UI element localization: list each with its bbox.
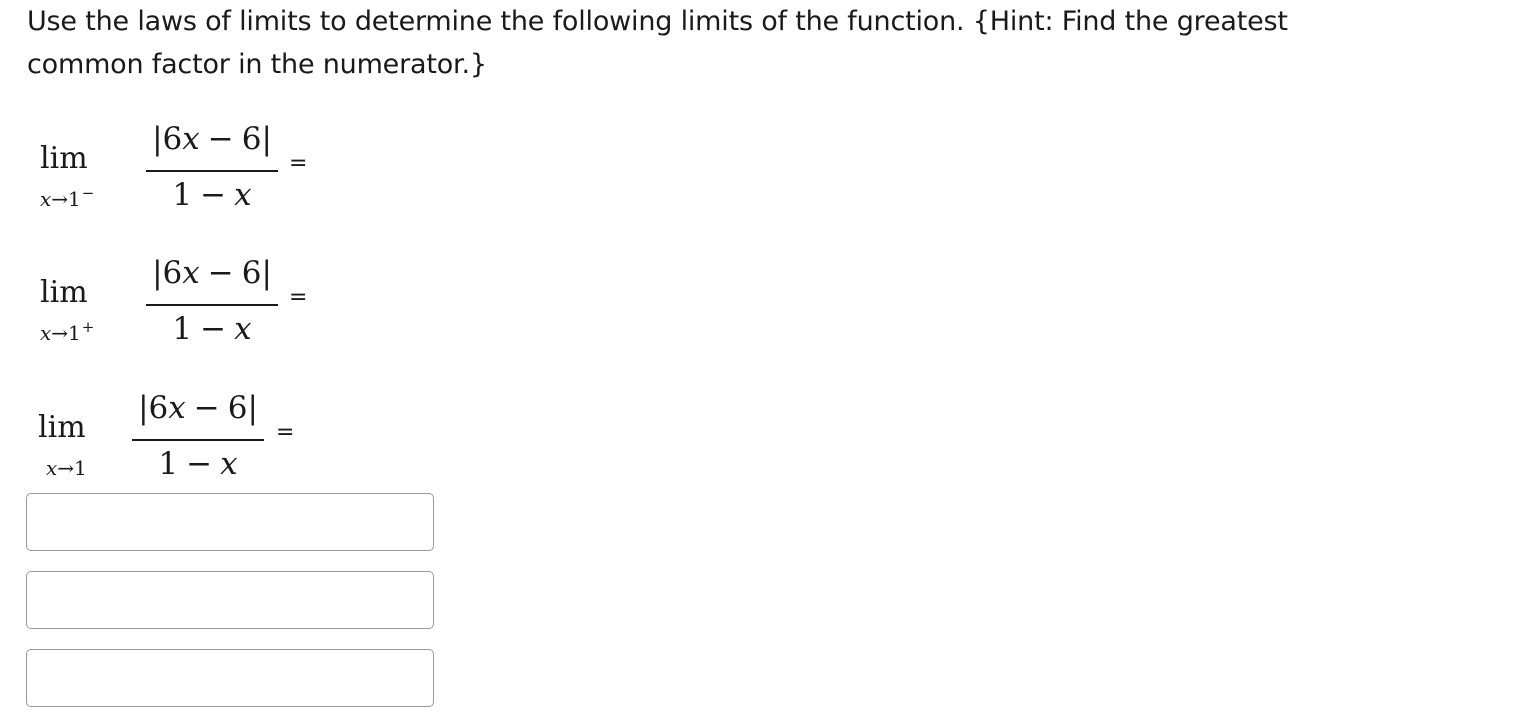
lim-word: lim <box>40 141 88 176</box>
denominator: 1− x <box>172 311 252 347</box>
numerator: |6x −6| <box>152 255 272 291</box>
numerator: |6x −6| <box>138 390 258 426</box>
lim-subscript: x→1+ <box>40 318 95 345</box>
fraction-bar <box>146 170 278 172</box>
question-prompt: Use the laws of limits to determine the … <box>27 0 1447 86</box>
answer-input-left-limit[interactable] <box>26 493 434 551</box>
limit-expression-right: lim x→1+ |6x −6| 1− x = <box>40 251 320 351</box>
lim-subscript: x→1− <box>40 184 95 211</box>
answer-input-right-limit[interactable] <box>26 571 434 629</box>
numerator: |6x −6| <box>152 121 272 157</box>
lim-word: lim <box>40 275 88 310</box>
equals-sign: = <box>289 151 308 176</box>
fraction-bar <box>146 304 278 306</box>
equals-sign: = <box>289 285 308 310</box>
equals-sign: = <box>276 420 295 445</box>
limit-expression-two-sided: lim x→1 |6x −6| 1− x = <box>38 386 308 486</box>
fraction-bar <box>132 439 264 441</box>
prompt-line-2: common factor in the numerator.} <box>27 49 487 80</box>
denominator: 1− x <box>172 177 252 213</box>
prompt-line-1: Use the laws of limits to determine the … <box>27 6 1288 37</box>
denominator: 1− x <box>158 446 238 482</box>
limit-expression-left: lim x→1− |6x −6| 1− x = <box>40 117 320 217</box>
lim-subscript: x→1 <box>46 456 87 480</box>
answer-input-two-sided-limit[interactable] <box>26 649 434 707</box>
lim-word: lim <box>38 410 86 445</box>
